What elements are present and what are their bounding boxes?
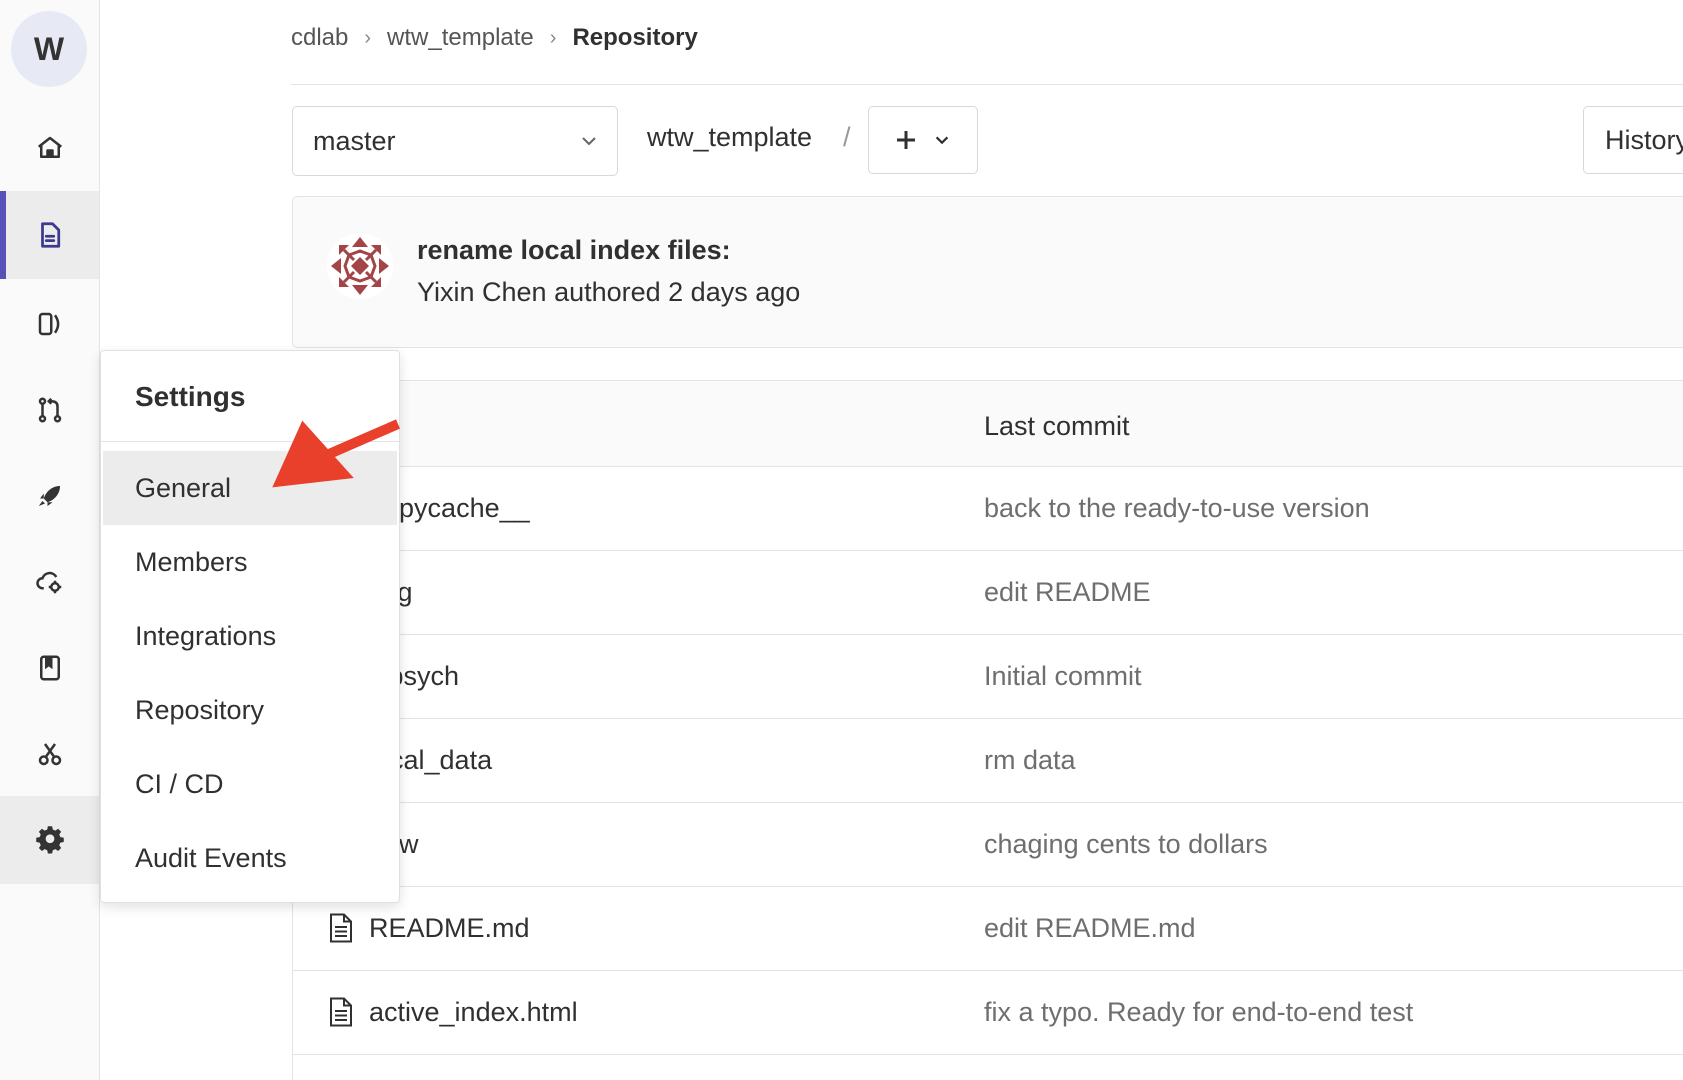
operations-icon[interactable] xyxy=(0,538,99,626)
commit-message-link[interactable]: rm data xyxy=(984,745,1076,776)
commit-title[interactable]: rename local index files: xyxy=(417,235,731,266)
file-name-link[interactable]: README.md xyxy=(369,913,530,944)
table-row[interactable]: README.md edit README.md xyxy=(293,887,1683,971)
breadcrumb-project[interactable]: wtw_template xyxy=(387,24,534,52)
breadcrumb-separator: › xyxy=(364,26,372,49)
header-divider xyxy=(291,84,1683,85)
settings-menu-item-integrations[interactable]: Integrations xyxy=(103,599,397,673)
breadcrumb-group[interactable]: cdlab xyxy=(291,24,348,52)
commit-author-meta: Yixin Chen authored 2 days ago xyxy=(417,277,801,307)
file-tree-table: Last commit __pycache__ back to the read… xyxy=(292,380,1683,1080)
deploy-rocket-icon[interactable] xyxy=(0,452,99,540)
project-sidebar-rail: W xyxy=(0,0,100,1080)
history-button[interactable]: History xyxy=(1583,106,1683,174)
settings-menu-item-members[interactable]: Members xyxy=(103,525,397,599)
breadcrumb: cdlab › wtw_template › Repository xyxy=(291,22,698,54)
settings-menu-item-audit-events[interactable]: Audit Events xyxy=(103,821,397,895)
settings-flyout-menu: Settings General Members Integrations Re… xyxy=(100,350,400,903)
repository-path-root[interactable]: wtw_template xyxy=(647,122,812,153)
settings-menu-item-repository[interactable]: Repository xyxy=(103,673,397,747)
table-row[interactable]: img edit README xyxy=(293,551,1683,635)
home-icon[interactable] xyxy=(0,104,99,192)
file-text-icon xyxy=(330,997,352,1027)
table-row[interactable]: jspsych Initial commit xyxy=(293,635,1683,719)
wiki-icon[interactable] xyxy=(0,624,99,712)
chevron-down-icon xyxy=(935,136,949,145)
branch-name: master xyxy=(313,125,396,156)
settings-gear-icon[interactable] xyxy=(0,796,99,884)
commit-message-link[interactable]: Initial commit xyxy=(984,661,1142,692)
column-header-last-commit: Last commit xyxy=(984,411,1130,441)
table-header: Last commit xyxy=(293,381,1683,467)
flyout-header: Settings xyxy=(101,351,399,442)
commit-message-link[interactable]: edit README xyxy=(984,577,1151,608)
table-row[interactable]: local_data rm data xyxy=(293,719,1683,803)
merge-request-icon[interactable] xyxy=(0,366,99,454)
breadcrumb-current-page[interactable]: Repository xyxy=(572,24,697,52)
project-avatar[interactable]: W xyxy=(11,11,87,87)
table-row[interactable]: new chaging cents to dollars xyxy=(293,803,1683,887)
branch-selector[interactable]: master xyxy=(292,106,618,176)
path-separator: / xyxy=(843,122,851,152)
commit-message-link[interactable]: fix a typo. Ready for end-to-end test xyxy=(984,997,1413,1028)
add-to-tree-dropdown[interactable] xyxy=(868,106,978,174)
table-row[interactable]: __pycache__ back to the ready-to-use ver… xyxy=(293,467,1683,551)
commit-message-link[interactable]: edit README.md xyxy=(984,913,1196,944)
author-identicon-avatar[interactable] xyxy=(327,233,393,299)
snippets-icon[interactable] xyxy=(0,710,99,798)
commit-message-link[interactable]: chaging cents to dollars xyxy=(984,829,1268,860)
file-text-icon xyxy=(330,913,352,943)
settings-menu-item-ci-cd[interactable]: CI / CD xyxy=(103,747,397,821)
settings-menu-item-general[interactable]: General xyxy=(103,451,397,525)
last-commit-panel: rename local index files: Yixin Chen aut… xyxy=(292,196,1683,348)
table-row[interactable]: active_index.html fix a typo. Ready for … xyxy=(293,971,1683,1055)
commit-message-link[interactable]: back to the ready-to-use version xyxy=(984,493,1370,524)
flyout-title[interactable]: Settings xyxy=(135,381,245,413)
issues-icon[interactable] xyxy=(0,280,99,368)
repository-icon[interactable] xyxy=(0,191,99,279)
chevron-down-icon xyxy=(582,137,596,146)
breadcrumb-separator: › xyxy=(549,26,557,49)
plus-icon xyxy=(897,131,915,149)
file-name-link[interactable]: active_index.html xyxy=(369,997,578,1028)
